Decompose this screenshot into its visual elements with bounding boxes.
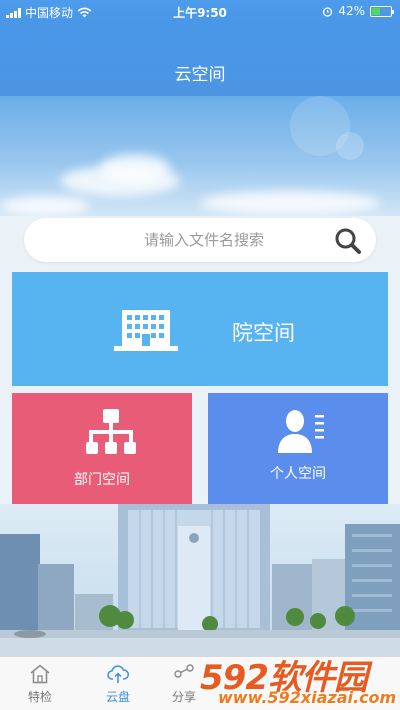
tab-cloud-disk[interactable]: 云盘 <box>80 657 156 710</box>
alarm-icon <box>323 6 333 17</box>
personal-space-label: 个人空间 <box>270 466 326 482</box>
org-chart-icon <box>86 409 136 454</box>
battery-percent: 42% <box>338 4 365 18</box>
user-profile-icon <box>278 410 324 453</box>
page-title: 云空间 <box>174 65 226 85</box>
tab-inspection-label: 特检 <box>27 690 52 704</box>
department-space-label: 部门空间 <box>74 472 130 488</box>
hospital-space-tile[interactable]: 院空间 <box>12 272 388 386</box>
status-right: 42% <box>322 4 394 18</box>
lens-flare-decoration <box>290 96 364 160</box>
site-watermark: 592软件园 www.592xiazai.com <box>196 650 400 710</box>
tab-cloud-disk-label: 云盘 <box>105 690 130 704</box>
status-bar: 中国移动 上午9:50 42% <box>0 0 400 22</box>
home-icon <box>30 664 50 684</box>
battery-icon <box>370 5 394 17</box>
hospital-space-label: 院空间 <box>232 321 295 345</box>
hospital-building-image <box>0 504 400 656</box>
search-box[interactable] <box>24 218 376 262</box>
share-icon <box>174 664 194 678</box>
department-space-tile[interactable]: 部门空间 <box>12 393 192 504</box>
building-icon <box>114 310 178 351</box>
watermark-url: www.592xiazai.com <box>218 688 397 707</box>
sky-banner <box>0 96 400 216</box>
nav-bar: 云空间 <box>0 22 400 96</box>
personal-space-tile[interactable]: 个人空间 <box>208 393 388 504</box>
cloud-upload-icon <box>107 665 129 683</box>
search-icon[interactable] <box>334 227 362 255</box>
tab-inspection[interactable]: 特检 <box>2 657 78 710</box>
search-input[interactable] <box>104 228 304 252</box>
